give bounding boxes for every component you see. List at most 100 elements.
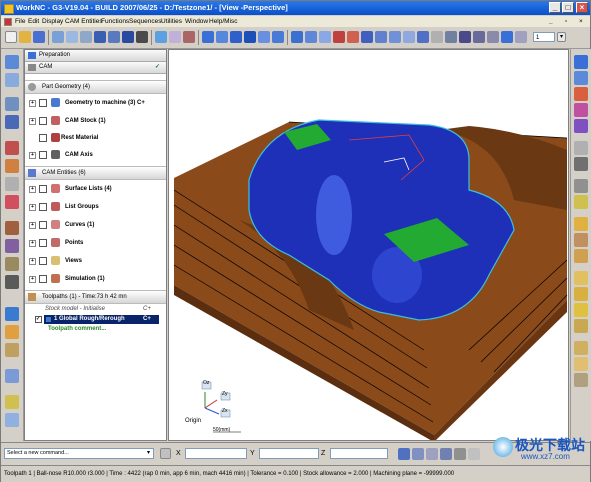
tree-row[interactable]: Rest Material [25,131,166,145]
tree-row[interactable]: + Geometry to machine (3) C+ [25,96,166,110]
menu-edit[interactable]: Edit [28,16,39,27]
tree-row[interactable]: + Points [25,236,166,250]
measure-icon[interactable] [445,31,457,43]
paste-icon[interactable] [80,31,92,43]
export-tool-icon[interactable] [5,413,19,427]
expand-icon[interactable]: + [29,258,36,265]
part-tool-icon[interactable] [5,73,19,87]
pan-icon[interactable] [515,31,527,43]
menu-utilities[interactable]: Utilities [161,16,182,27]
row-checkbox[interactable] [39,203,47,211]
toolpath-checkbox[interactable]: ✓ [35,316,42,323]
report-tool-icon[interactable] [5,395,19,409]
analysis-icon[interactable] [459,31,471,43]
cube-iso-icon[interactable] [272,31,284,43]
surface-view-icon[interactable] [574,303,588,317]
pocket-tool-icon[interactable] [5,159,19,173]
layer-icon[interactable] [389,31,401,43]
view-front-icon[interactable] [574,55,588,69]
view-left-icon[interactable] [574,87,588,101]
tree-row[interactable]: + CAM Axis [25,148,166,162]
snap-icon[interactable] [412,448,424,460]
row-checkbox[interactable] [39,99,47,107]
wire-icon[interactable] [574,141,588,155]
expand-icon[interactable]: + [29,118,36,125]
settings-icon[interactable] [468,448,480,460]
expand-icon[interactable]: + [29,276,36,283]
clip-icon[interactable] [487,31,499,43]
section-cam-entities[interactable]: CAM Entities (6) [25,166,166,180]
dim-icon[interactable] [431,31,443,43]
row-checkbox[interactable] [39,239,47,247]
view-right-icon[interactable] [574,103,588,117]
minimize-button[interactable]: _ [549,2,561,13]
finish-tool-icon[interactable] [5,195,19,209]
expand-icon[interactable]: + [29,204,36,211]
stock-icon[interactable] [361,31,373,43]
drill-tool-icon[interactable] [5,141,19,155]
row-checkbox[interactable] [39,221,47,229]
tree-row[interactable]: + Curves (1) [25,218,166,232]
sim-tool-icon[interactable] [5,307,19,321]
cube-wire-icon[interactable] [258,31,270,43]
cube-solid-icon[interactable] [244,31,256,43]
hide-icon[interactable] [574,157,588,171]
rest-tool-icon[interactable] [5,221,19,235]
shade-icon[interactable] [291,31,303,43]
menu-sequences[interactable]: Sequences [129,16,162,27]
section-icon[interactable] [473,31,485,43]
row-checkbox[interactable] [39,185,47,193]
menu-window[interactable]: Window [185,16,208,27]
pencil-view-icon[interactable] [574,341,588,355]
filter-icon[interactable] [403,31,415,43]
toolpath-comment-row[interactable]: Toolpath comment... [25,325,166,334]
dropdown-chevron-icon[interactable]: ▾ [557,32,566,42]
new-file-icon[interactable] [5,31,17,43]
curve-tool-icon[interactable] [5,97,19,111]
display-icon[interactable] [417,31,429,43]
grid-icon[interactable] [122,31,134,43]
3d-viewport[interactable]: Oz Zy Zx Origin 50(mm) [168,49,569,441]
view-iso-icon[interactable] [155,31,167,43]
close-button[interactable]: × [576,2,588,13]
menu-display[interactable]: Display [42,16,63,27]
ruler-icon[interactable] [574,233,588,247]
expand-icon[interactable]: + [29,100,36,107]
expand-icon[interactable]: + [29,152,36,159]
command-dropdown-icon[interactable]: ▾ [147,449,150,456]
cube-front-icon[interactable] [202,31,214,43]
collision-icon[interactable] [574,287,588,301]
command-input[interactable]: Select a new command... [4,448,154,459]
panel-header-preparation[interactable]: Preparation [25,50,166,62]
view-back-icon[interactable] [574,71,588,85]
anchor-icon[interactable] [574,249,588,263]
x-coordinate-field[interactable] [185,448,247,459]
panel-header-cam[interactable]: CAM ✓ [25,62,166,74]
tool-holder-icon[interactable] [574,179,588,193]
grid-snap-icon[interactable] [426,448,438,460]
check-tool-icon[interactable] [5,369,19,383]
layer-select[interactable]: 1 [533,32,555,42]
redo-icon[interactable] [108,31,120,43]
save-icon[interactable] [33,31,45,43]
layer-snap-icon[interactable] [440,448,452,460]
z-coordinate-field[interactable] [330,448,388,459]
tree-row[interactable]: + List Groups [25,200,166,214]
section-toolpaths[interactable]: Toolpaths (1) - Time:73 h 42 mn [25,290,166,304]
tree-row[interactable]: + Surface Lists (4) [25,182,166,196]
toolpath-row-stock[interactable]: Stock model - Initialise C+ [25,305,166,314]
hidden-line-icon[interactable] [319,31,331,43]
model-render[interactable] [169,50,568,440]
tree-row[interactable]: + CAM Stock (1) [25,114,166,128]
contour-tool-icon[interactable] [5,177,19,191]
stock-view-icon[interactable] [574,271,588,285]
mdi-restore-icon[interactable]: ▫ [565,16,567,27]
undo-icon[interactable] [94,31,106,43]
path-view-icon[interactable] [574,319,588,333]
y-coordinate-field[interactable] [259,448,319,459]
copy-icon[interactable] [66,31,78,43]
shade-edge-icon[interactable] [305,31,317,43]
command-go-icon[interactable] [160,448,171,459]
menu-help[interactable]: Help/Misc [209,16,238,27]
cube-right-icon[interactable] [230,31,242,43]
